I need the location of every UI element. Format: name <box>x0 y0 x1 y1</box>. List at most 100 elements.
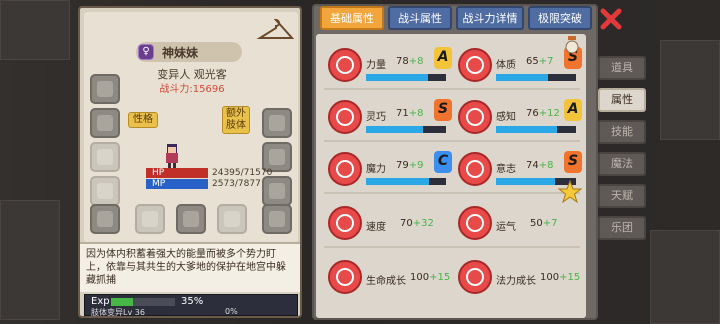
character-panel: ♀ 神妹妹 变异人 观光客 战斗力:15696 性格 额外 肢体 HP 2439… <box>78 6 302 318</box>
personality-tag[interactable]: 性格 <box>128 112 158 128</box>
mp-value: 2573/7877 <box>212 179 261 189</box>
equip-slot[interactable] <box>262 108 292 138</box>
attribute-cell[interactable]: 运气 50+7 <box>454 200 582 248</box>
attribute-name: 体质 <box>496 60 516 71</box>
attribute-base: 74 <box>526 160 539 171</box>
equip-slot-empty[interactable] <box>217 204 247 234</box>
close-icon[interactable] <box>600 8 622 30</box>
attribute-icon <box>458 100 492 134</box>
star-icon[interactable] <box>558 180 582 204</box>
attribute-icon <box>458 260 492 294</box>
attribute-bonus: +8 <box>408 108 424 119</box>
attribute-value: 65+7 <box>526 56 553 67</box>
sub-level-label: 肢体变异Lv 36 <box>91 308 145 317</box>
attribute-bar <box>496 126 576 133</box>
attribute-bar <box>366 178 446 185</box>
attribute-value: 79+9 <box>396 160 423 171</box>
attribute-grade: S <box>434 99 452 121</box>
exp-label: Exp <box>91 296 110 307</box>
attribute-row: 魔力 79+9 C 意志 74+8 S <box>324 146 582 194</box>
equip-slot-empty[interactable] <box>90 142 120 172</box>
attribute-base: 79 <box>396 160 409 171</box>
attribute-icon <box>328 152 362 186</box>
mp-row: MP 2573/7877 <box>146 179 288 189</box>
tab-power-details[interactable]: 战斗力详情 <box>456 6 524 30</box>
attribute-base: 65 <box>526 56 539 67</box>
attribute-name: 速度 <box>366 222 386 233</box>
attribute-row: 速度 70+32 运气 50+7 <box>324 200 580 248</box>
attribute-cell[interactable]: 体质 65+7 S <box>454 42 582 90</box>
side-tab[interactable]: 魔法 <box>598 152 646 176</box>
attribute-cell[interactable]: 生命成长 100+15 <box>324 254 452 302</box>
equip-slot[interactable] <box>90 74 120 104</box>
hp-label: HP <box>146 168 208 178</box>
attribute-bonus: +12 <box>538 108 560 119</box>
side-tab[interactable]: 技能 <box>598 120 646 144</box>
attribute-name: 感知 <box>496 112 516 123</box>
attribute-base: 100 <box>410 272 430 283</box>
attribute-bar-fill <box>496 126 557 133</box>
attribute-cell[interactable]: 法力成长 100+15 <box>454 254 582 302</box>
attribute-cell[interactable]: 速度 70+32 <box>324 200 452 248</box>
attribute-value: 70+32 <box>400 218 434 229</box>
equip-slot-empty[interactable] <box>90 176 120 206</box>
attribute-value: 71+8 <box>396 108 423 119</box>
attribute-bonus: +32 <box>412 218 434 229</box>
equip-slot[interactable] <box>90 204 120 234</box>
exp-percent: 35% <box>181 296 204 307</box>
attribute-name: 力量 <box>366 60 386 71</box>
side-tab[interactable]: 道具 <box>598 56 646 80</box>
attribute-row: 生命成长 100+15 法力成长 100+15 <box>324 254 580 302</box>
bg-tile <box>650 230 720 324</box>
attribute-grid: 力量 78+8 A 体质 65+7 S 灵巧 71+8 S 感知 76+12 A 魔力 79+9 C 意志 74… <box>316 34 586 318</box>
side-tab[interactable]: 乐团 <box>598 216 646 240</box>
exp-fill <box>111 298 134 306</box>
hanger-icon[interactable] <box>256 18 296 42</box>
attribute-bar-fill <box>496 74 548 81</box>
attribute-name: 生命成长 <box>366 276 406 287</box>
attribute-cell[interactable]: 灵巧 71+8 S <box>324 94 452 142</box>
tab-combat-attributes[interactable]: 战斗属性 <box>388 6 452 30</box>
exp-track <box>111 298 175 306</box>
hp-value: 24395/71570 <box>212 168 273 178</box>
attribute-grade: S <box>564 151 582 173</box>
tab-limit-break[interactable]: 极限突破 <box>528 6 592 30</box>
sub-level-value: 0% <box>225 307 238 316</box>
potion-icon[interactable] <box>564 36 580 54</box>
side-tab[interactable]: 属性 <box>598 88 646 112</box>
attribute-bonus: +8 <box>538 160 554 171</box>
attribute-value: 100+15 <box>410 272 450 283</box>
attribute-cell[interactable]: 力量 78+8 A <box>324 42 452 90</box>
character-description: 因为体内积蓄着强大的能量而被多个势力盯上，依靠与其共生的大爹地的保护在地宫中躲藏… <box>80 242 300 292</box>
attribute-base: 76 <box>526 108 539 119</box>
bg-tile <box>0 200 60 320</box>
equip-slot[interactable] <box>90 108 120 138</box>
side-tab[interactable]: 天赋 <box>598 184 646 208</box>
attribute-bonus: +15 <box>559 272 581 283</box>
tab-basic-attributes[interactable]: 基础属性 <box>320 6 384 30</box>
extra-body-tag[interactable]: 额外 肢体 <box>222 106 250 134</box>
attribute-name: 法力成长 <box>496 276 536 287</box>
exp-bar: Exp 35% 肢体变异Lv 36 0% <box>84 294 298 317</box>
attribute-bonus: +15 <box>429 272 451 283</box>
attribute-bar-fill <box>366 178 430 185</box>
attribute-icon <box>328 100 362 134</box>
attribute-bar-fill <box>366 126 423 133</box>
attribute-base: 50 <box>530 218 543 229</box>
attribute-icon <box>458 152 492 186</box>
equip-slot[interactable] <box>262 204 292 234</box>
attribute-grade: A <box>564 99 582 121</box>
attribute-row: 力量 78+8 A 体质 65+7 S <box>324 42 582 90</box>
attribute-cell[interactable]: 感知 76+12 A <box>454 94 582 142</box>
mp-label: MP <box>146 179 208 189</box>
attribute-name: 意志 <box>496 164 516 175</box>
attribute-bar <box>366 74 446 81</box>
attribute-icon <box>458 48 492 82</box>
attribute-bar-fill <box>496 178 556 185</box>
equip-slot[interactable] <box>176 204 206 234</box>
attribute-icon <box>328 206 362 240</box>
attribute-name: 运气 <box>496 222 516 233</box>
attribute-cell[interactable]: 魔力 79+9 C <box>324 146 452 194</box>
equip-slot-empty[interactable] <box>135 204 165 234</box>
extra-body-tag-line1: 额外 <box>226 108 246 119</box>
